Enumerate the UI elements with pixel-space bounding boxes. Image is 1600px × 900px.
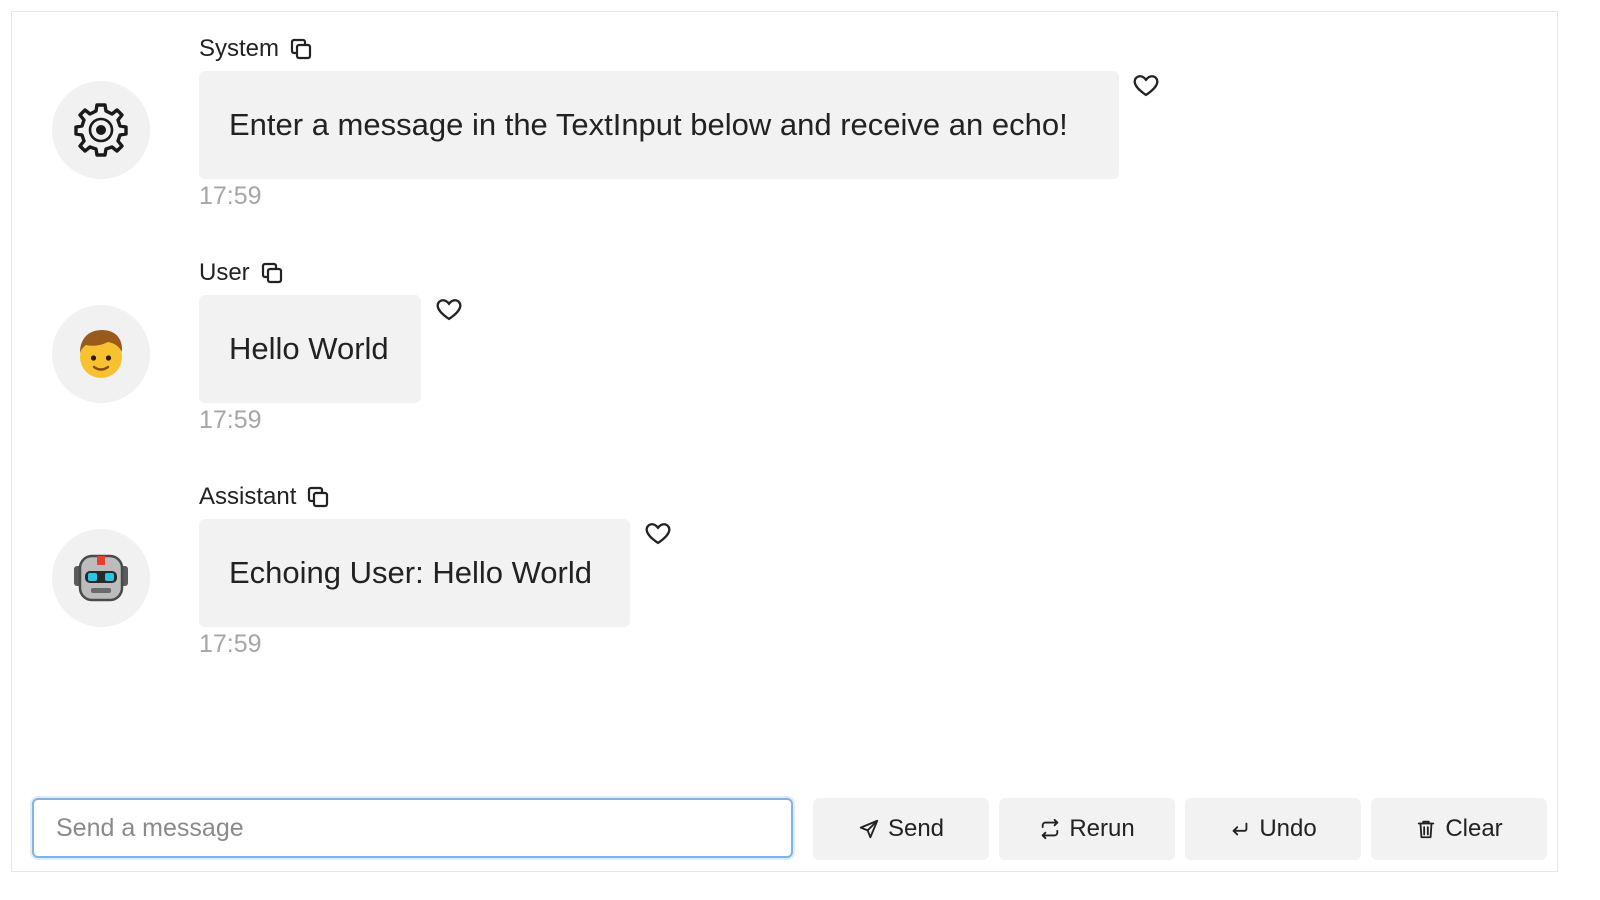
message-header-system: System	[199, 34, 313, 64]
message-header-user: User	[199, 258, 284, 288]
message-input-container	[32, 798, 793, 858]
clear-button-label: Clear	[1445, 815, 1503, 842]
undo-button[interactable]: Undo	[1185, 798, 1361, 860]
copy-icon[interactable]	[289, 37, 313, 61]
send-button-label: Send	[887, 815, 945, 842]
rerun-button-label: Rerun	[1069, 815, 1135, 842]
chat-interface: System Enter a message in the TextInput …	[11, 11, 1558, 872]
avatar-system	[52, 81, 150, 179]
copy-icon[interactable]	[260, 261, 284, 285]
copy-icon[interactable]	[306, 485, 330, 509]
message-bubble: Hello World	[199, 295, 421, 403]
like-heart-icon[interactable]	[435, 295, 463, 323]
boy-emoji-icon	[80, 330, 123, 378]
send-icon	[859, 819, 879, 839]
undo-icon	[1232, 822, 1248, 836]
undo-button-label: Undo	[1259, 815, 1317, 842]
sender-name: System	[199, 35, 280, 62]
sender-name: User	[199, 259, 250, 286]
message-timestamp: 17:59	[199, 182, 262, 210]
rerun-icon	[1042, 818, 1059, 840]
message-bubble: Enter a message in the TextInput below a…	[199, 71, 1119, 179]
message-timestamp: 17:59	[199, 630, 262, 658]
avatar-assistant	[52, 529, 150, 627]
clear-button[interactable]: Clear	[1371, 798, 1547, 860]
avatar-user	[52, 305, 150, 403]
message-header-assistant: Assistant	[199, 482, 330, 512]
rerun-button[interactable]: Rerun	[999, 798, 1175, 860]
sender-name: Assistant	[199, 483, 297, 510]
message-input[interactable]	[34, 800, 791, 856]
like-heart-icon[interactable]	[1132, 71, 1160, 99]
message-timestamp: 17:59	[199, 406, 262, 434]
like-heart-icon[interactable]	[644, 519, 672, 547]
gear-icon	[74, 103, 128, 157]
message-bubble: Echoing User: Hello World	[199, 519, 630, 627]
trash-icon	[1418, 820, 1435, 839]
send-button[interactable]: Send	[813, 798, 989, 860]
robot-emoji-icon	[74, 554, 128, 602]
